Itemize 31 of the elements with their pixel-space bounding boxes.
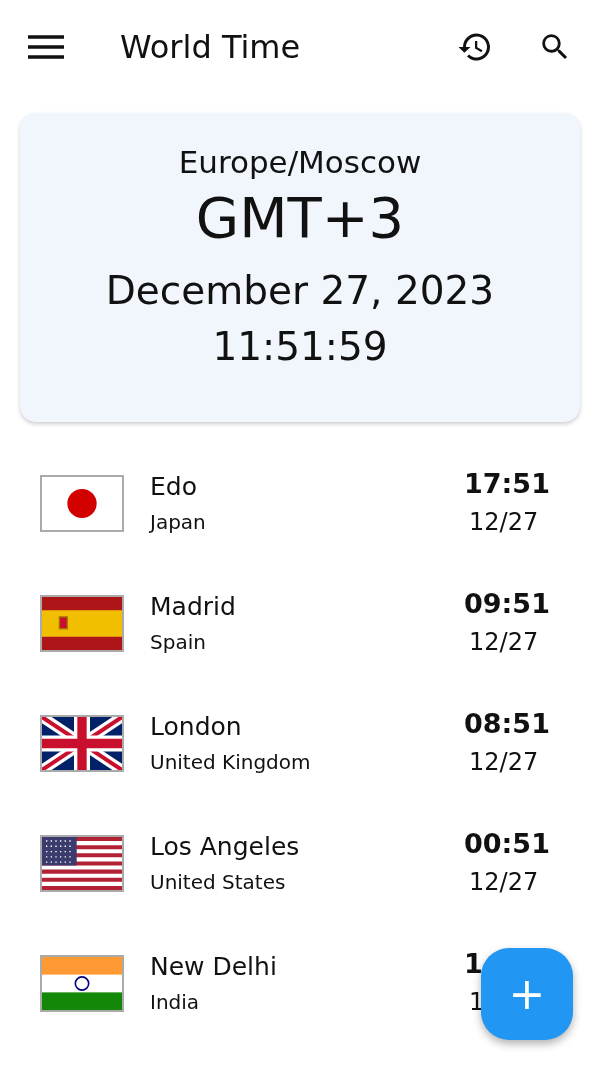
gmt-offset: GMT+3 bbox=[195, 184, 405, 252]
current-time: 11:51:59 bbox=[212, 323, 388, 371]
local-date: 12/27 bbox=[468, 507, 539, 538]
local-time: 08:51 bbox=[464, 707, 550, 741]
city-name: Edo bbox=[150, 471, 198, 503]
country-name: United Kingdom bbox=[150, 749, 312, 776]
country-name: India bbox=[150, 989, 201, 1016]
city-name: Los Angeles bbox=[150, 831, 301, 863]
flag-icon bbox=[40, 954, 124, 1012]
flag-icon bbox=[40, 714, 124, 772]
city-name: Madrid bbox=[150, 591, 237, 623]
flag-icon bbox=[40, 474, 124, 532]
local-time: 1 bbox=[464, 947, 483, 981]
timezone-name: Europe/Moscow bbox=[178, 143, 422, 182]
local-date: 12/27 bbox=[468, 747, 539, 778]
city-name: London bbox=[150, 711, 243, 743]
country-name: Spain bbox=[150, 629, 207, 656]
country-name: United States bbox=[150, 869, 287, 896]
city-name: New Delhi bbox=[150, 951, 278, 983]
add-button[interactable]: + bbox=[481, 948, 573, 1040]
app-title: World Time bbox=[120, 26, 302, 68]
current-date: December 27, 2023 bbox=[105, 267, 495, 315]
local-time: 09:51 bbox=[464, 587, 550, 621]
local-time: 17:51 bbox=[464, 467, 550, 501]
local-date: 12/27 bbox=[468, 867, 539, 898]
country-name: Japan bbox=[150, 509, 207, 536]
local-date: 12/27 bbox=[468, 627, 539, 658]
menu-icon[interactable] bbox=[28, 34, 64, 59]
flag-icon bbox=[40, 834, 124, 892]
local-time: 00:51 bbox=[464, 827, 550, 861]
flag-icon bbox=[40, 594, 124, 652]
